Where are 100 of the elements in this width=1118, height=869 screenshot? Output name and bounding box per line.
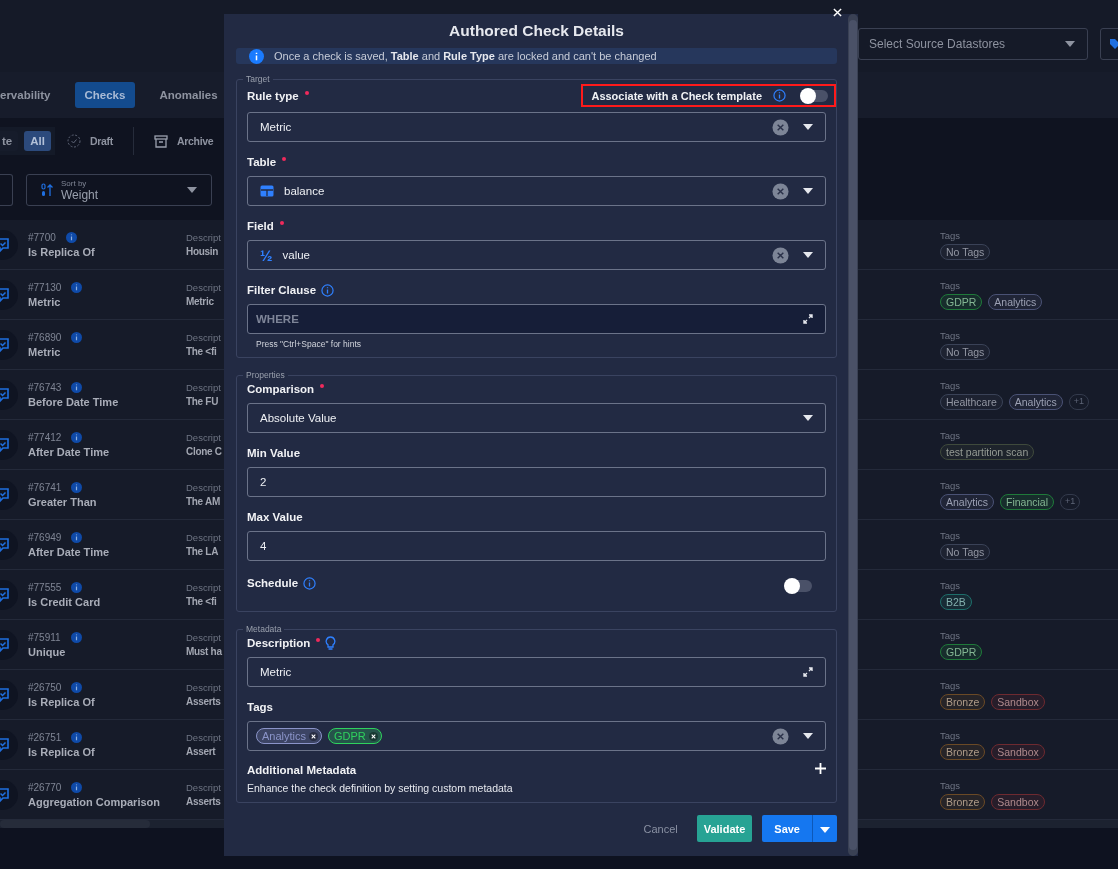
check-description: Assert xyxy=(186,746,217,757)
check-name: After Date Time xyxy=(28,545,110,558)
select-field[interactable]: Metric xyxy=(247,112,826,142)
check-description: The AM xyxy=(186,496,221,507)
tag-chip: Sandbox xyxy=(991,743,1045,760)
description-label: Descript xyxy=(186,332,222,343)
caret-icon xyxy=(820,826,830,833)
section-legend: Metadata xyxy=(243,624,285,634)
check-description: Clone C xyxy=(186,446,223,457)
select-field[interactable]: balance xyxy=(247,176,826,206)
tags-label: Tags xyxy=(940,729,962,741)
sort-select[interactable]: Sort by Weight xyxy=(26,174,212,206)
tags-field[interactable]: Analytics GDPR xyxy=(247,721,826,751)
clear-icon[interactable] xyxy=(772,118,789,136)
info-icon[interactable] xyxy=(71,581,83,593)
nav-tab[interactable]: ervability xyxy=(0,82,61,108)
save-button[interactable]: Save xyxy=(762,815,812,842)
status-filter[interactable]: Archive xyxy=(141,134,214,148)
field-label: Schedule xyxy=(247,577,299,589)
field-label: Max Value xyxy=(247,511,303,523)
info-icon[interactable] xyxy=(71,381,83,393)
info-icon[interactable] xyxy=(71,531,83,543)
remove-icon[interactable] xyxy=(309,731,319,741)
vertical-scrollbar[interactable] xyxy=(848,14,858,856)
clear-icon[interactable] xyxy=(772,727,789,745)
caret-icon xyxy=(803,188,813,194)
expand-icon[interactable] xyxy=(803,314,813,324)
info-icon[interactable] xyxy=(71,431,83,443)
filter-field[interactable] xyxy=(0,174,13,206)
check-description: The FU xyxy=(186,396,220,407)
info-icon xyxy=(773,89,786,102)
input-field[interactable]: 2 xyxy=(247,467,826,497)
clear-icon[interactable] xyxy=(772,246,789,264)
info-icon[interactable] xyxy=(71,331,83,343)
check-id: #76949 xyxy=(28,531,62,543)
caret-icon xyxy=(803,733,813,739)
info-icon[interactable] xyxy=(71,481,83,493)
template-label: Associate with a Check template xyxy=(591,89,762,102)
info-icon[interactable] xyxy=(71,781,83,793)
tags-label: Tags xyxy=(940,329,962,341)
check-description: Asserts xyxy=(186,696,222,707)
input-field[interactable]: 4 xyxy=(247,531,826,561)
check-description: The LA xyxy=(186,546,220,557)
select-field[interactable]: Absolute Value xyxy=(247,403,826,433)
description-label: Descript xyxy=(186,232,222,243)
notice-text: Once a check is saved, Table and Rule Type are locked and can't be changed xyxy=(274,50,657,62)
check-description: Must ha xyxy=(186,646,223,657)
status-filter[interactable]: All xyxy=(24,131,51,151)
description-label: Descript xyxy=(186,782,222,793)
field-label: Comparison xyxy=(247,383,315,395)
tags-label: Tags xyxy=(940,629,962,641)
section-legend: Target xyxy=(243,74,273,84)
check-description: The <fi xyxy=(186,596,218,607)
info-icon[interactable] xyxy=(71,281,83,293)
check-name: Is Replica Of xyxy=(28,695,95,708)
tag-chip: Bronze xyxy=(940,693,986,710)
validate-button[interactable]: Validate xyxy=(696,815,753,842)
remove-icon[interactable] xyxy=(368,731,378,741)
field-label: Min Value xyxy=(247,447,301,459)
check-name: Is Credit Card xyxy=(28,595,101,608)
tag-chip: No Tags xyxy=(940,243,991,260)
description-field[interactable]: Metric xyxy=(247,657,826,687)
save-options-button[interactable] xyxy=(812,815,837,842)
select-field[interactable]: ½ value xyxy=(247,240,826,270)
description-label: Descript xyxy=(186,432,222,443)
toggle-switch[interactable] xyxy=(802,89,828,102)
tag-chip: Financial xyxy=(1000,493,1055,510)
section-legend: Properties xyxy=(243,370,288,380)
toggle-switch[interactable] xyxy=(786,579,812,592)
description-label: Descript xyxy=(186,582,222,593)
check-name: After Date Time xyxy=(28,445,110,458)
tag-chip: GDPR xyxy=(940,643,983,660)
check-id: #26770 xyxy=(28,781,62,793)
tags-label: Tags xyxy=(940,429,962,441)
tag-chip: Analytics xyxy=(940,493,994,510)
info-icon[interactable] xyxy=(65,231,77,243)
nav-tab[interactable]: Checks xyxy=(74,82,136,108)
check-name: Unique xyxy=(28,645,67,658)
info-icon[interactable] xyxy=(71,681,83,693)
lightbulb-icon[interactable] xyxy=(325,635,337,651)
nav-tab[interactable]: Anomalies xyxy=(149,82,228,108)
clear-icon[interactable] xyxy=(772,182,789,200)
tags-label: Tags xyxy=(940,779,962,791)
tag-chip: Bronze xyxy=(940,793,986,810)
check-id: #75911 xyxy=(28,631,61,643)
close-icon[interactable] xyxy=(833,8,842,17)
tag-chip: test partition scan xyxy=(940,443,1035,460)
datastore-select[interactable]: Select Source Datastores xyxy=(858,28,1088,60)
info-icon[interactable] xyxy=(71,731,83,743)
expand-icon[interactable] xyxy=(803,667,813,677)
dashed-circle-check-icon xyxy=(66,134,81,148)
check-name: Is Replica Of xyxy=(28,245,95,258)
status-filter[interactable]: Draft xyxy=(54,134,113,148)
tag-chip[interactable]: Analytics xyxy=(256,728,323,744)
info-icon[interactable] xyxy=(70,631,82,643)
add-icon[interactable] xyxy=(815,762,826,777)
cancel-button[interactable]: Cancel xyxy=(636,815,685,842)
check-id: #76890 xyxy=(28,331,62,343)
filter-clause-field[interactable]: WHERE xyxy=(247,304,826,334)
tag-chip[interactable]: GDPR xyxy=(328,728,382,744)
